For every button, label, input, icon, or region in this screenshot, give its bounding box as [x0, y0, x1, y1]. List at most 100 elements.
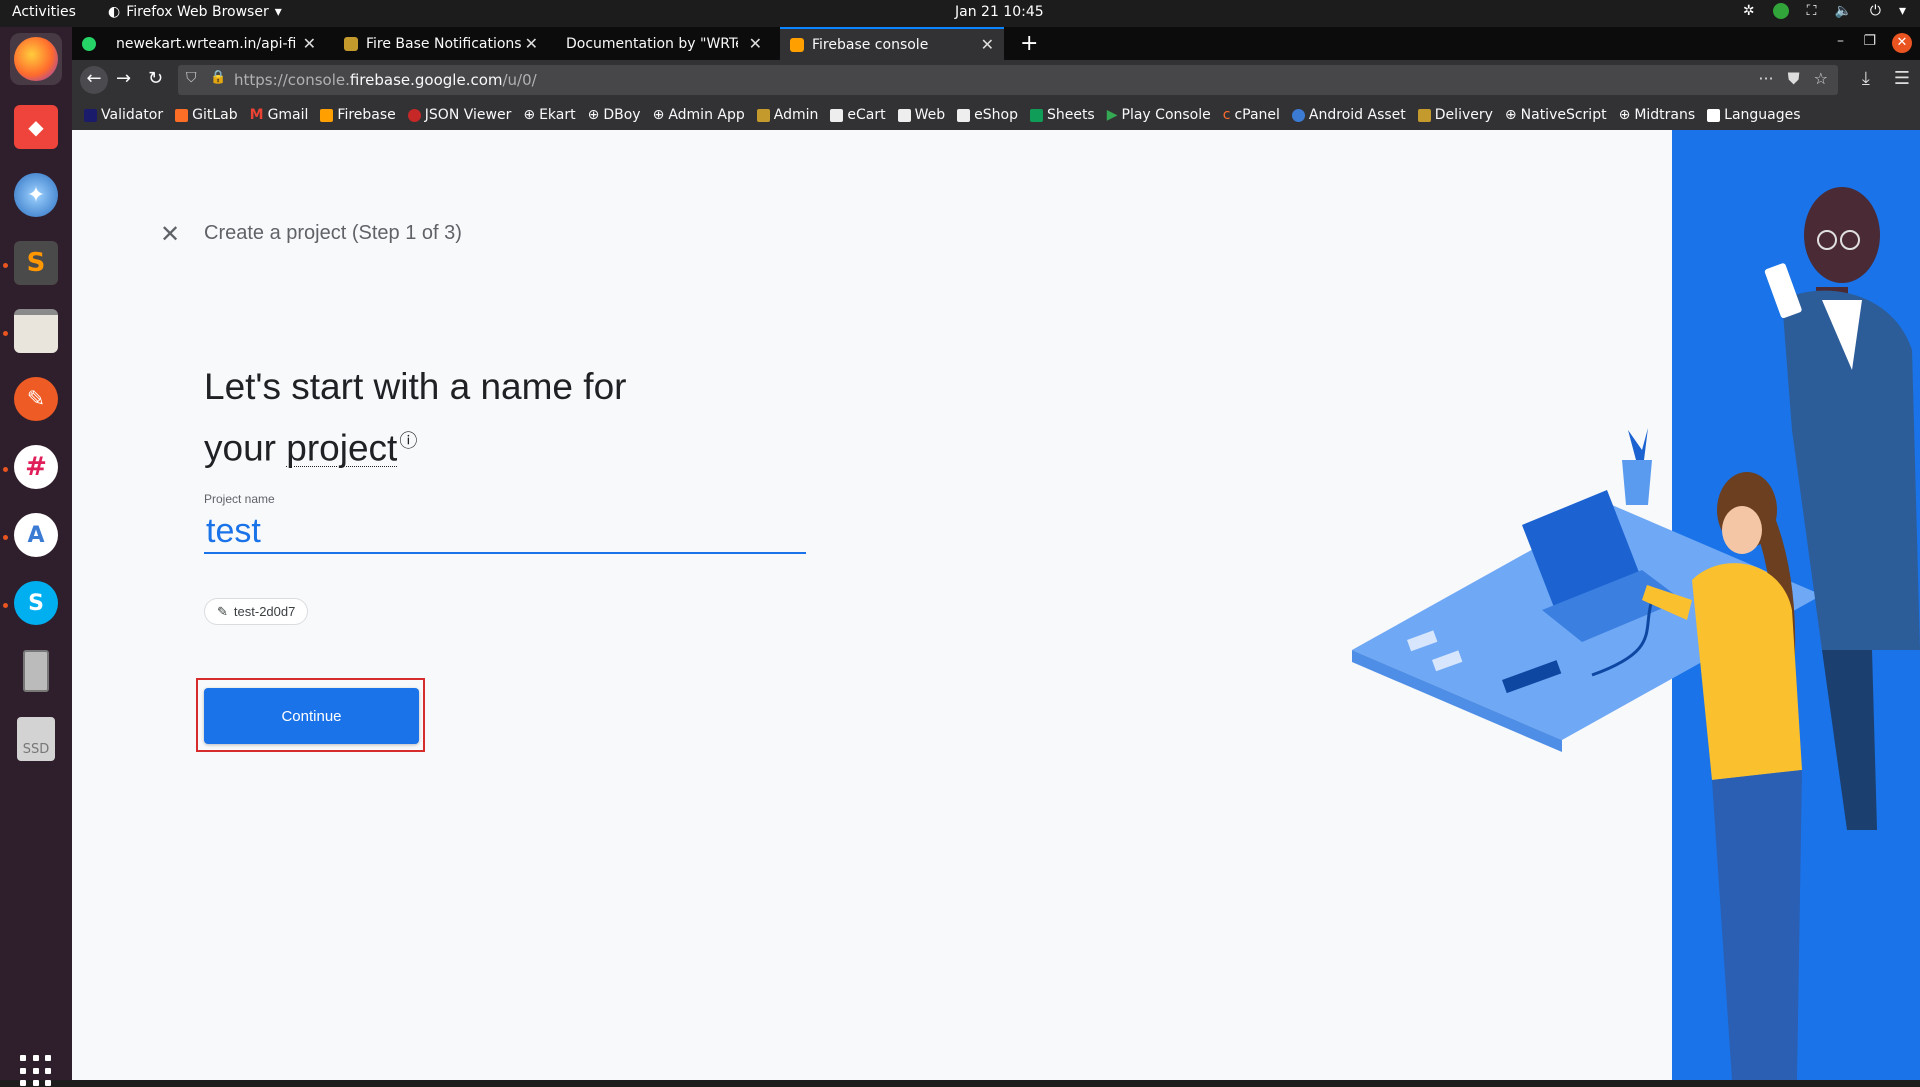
tab-pinned-whatsapp[interactable]: [72, 27, 104, 60]
files-icon: [14, 309, 58, 353]
show-applications-icon[interactable]: [20, 1055, 52, 1087]
volume-icon[interactable]: 🔈: [1834, 3, 1851, 19]
bookmark-languages[interactable]: Languages: [1707, 107, 1801, 123]
tab-newekart[interactable]: newekart.wrteam.in/api-fire ✕: [106, 27, 326, 60]
hamburger-menu-icon[interactable]: ☰: [1894, 68, 1910, 89]
eshop-icon: [957, 108, 971, 122]
bookmark-delivery[interactable]: Delivery: [1417, 107, 1493, 123]
ssd-drive-icon: SSD: [17, 717, 55, 761]
json-viewer-icon: [407, 108, 421, 122]
chevron-down-icon: ▾: [274, 4, 282, 20]
tab-firebase-console[interactable]: Firebase console ✕: [780, 27, 1004, 60]
close-icon[interactable]: ✕: [749, 34, 762, 53]
tracking-shield-icon[interactable]: ⛉: [186, 70, 197, 86]
bookmark-ecart[interactable]: eCart: [830, 107, 886, 123]
skype-icon: S: [14, 581, 58, 625]
bookmark-admin-app[interactable]: ⊕ Admin App: [653, 107, 745, 123]
lock-icon[interactable]: 🔒: [210, 70, 226, 85]
bookmark-gmail[interactable]: M Gmail: [250, 107, 309, 123]
continue-button[interactable]: Continue: [204, 688, 419, 744]
bookmark-play-console[interactable]: ▶ Play Console: [1107, 107, 1211, 123]
postman-icon: ✎: [14, 377, 58, 421]
bookmark-admin[interactable]: Admin: [756, 107, 818, 123]
bookmark-gitlab[interactable]: GitLab: [175, 107, 238, 123]
tab-title: Firebase console: [812, 36, 929, 53]
app-menu[interactable]: ◐ Firefox Web Browser ▾: [108, 4, 282, 20]
new-tab-plus-icon[interactable]: +: [1020, 31, 1038, 56]
tab-firebase-notifications[interactable]: Fire Base Notifications | ✕: [334, 27, 548, 60]
running-indicator: [3, 603, 8, 608]
bookmark-midtrans[interactable]: ⊕ Midtrans: [1619, 107, 1696, 123]
bookmark-firebase[interactable]: Firebase: [320, 107, 396, 123]
reload-icon[interactable]: ↻: [148, 68, 163, 89]
gitlab-icon: [175, 108, 189, 122]
firefox-icon: [14, 37, 58, 81]
power-icon[interactable]: ⏻: [1870, 3, 1881, 19]
bookmark-validator[interactable]: Validator: [84, 107, 163, 123]
system-top-bar: Activities ◐ Firefox Web Browser ▾ Jan 2…: [0, 0, 1920, 27]
restore-icon[interactable]: ❐: [1863, 33, 1876, 49]
whatsapp-icon: [82, 36, 96, 51]
tab-title: Fire Base Notifications |: [366, 35, 526, 52]
bookmark-eshop[interactable]: eShop: [957, 107, 1018, 123]
settings-tray-icon[interactable]: ✲: [1743, 3, 1755, 19]
close-icon[interactable]: ✕: [160, 220, 180, 248]
dock-files[interactable]: [10, 305, 62, 357]
dock-thunderbird[interactable]: ✦: [10, 169, 62, 221]
help-circle-icon[interactable]: ⓘ: [399, 431, 417, 451]
dock: ◆ ✦ S ✎ # A S SSD: [0, 27, 72, 1087]
dock-firefox[interactable]: [10, 33, 62, 85]
close-icon[interactable]: ✕: [525, 34, 538, 53]
project-name-input[interactable]: [204, 510, 806, 554]
navigation-bar: ← → ↻ ⛉ 🔒 https://console.firebase.googl…: [72, 60, 1920, 100]
close-icon[interactable]: ✕: [981, 35, 994, 54]
languages-icon: [1707, 108, 1721, 122]
network-icon[interactable]: ⛶: [1807, 3, 1817, 19]
project-id-text: test-2d0d7: [233, 604, 296, 619]
page-actions-icon[interactable]: ···: [1758, 69, 1773, 89]
dock-slack[interactable]: #: [10, 441, 62, 493]
system-tray[interactable]: ✲ ⛶ 🔈 ⏻ ▾: [1743, 3, 1906, 19]
url-text[interactable]: https://console.firebase.google.com/u/0/: [234, 71, 537, 89]
bookmark-web[interactable]: Web: [897, 107, 945, 123]
minimize-icon[interactable]: –: [1837, 33, 1844, 49]
window-close-icon[interactable]: ✕: [1892, 33, 1912, 53]
bookmark-ekart[interactable]: ⊕ Ekart: [523, 107, 575, 123]
running-indicator: [3, 331, 8, 336]
bookmark-cpanel[interactable]: c cPanel: [1223, 107, 1280, 123]
project-id-chip[interactable]: ✎ test-2d0d7: [204, 598, 309, 625]
chevron-down-icon[interactable]: ▾: [1899, 3, 1906, 19]
bookmark-sheets[interactable]: Sheets: [1029, 107, 1095, 123]
tab-bar: newekart.wrteam.in/api-fire ✕ Fire Base …: [72, 27, 1920, 60]
dock-android-studio[interactable]: A: [10, 509, 62, 561]
dock-skype[interactable]: S: [10, 577, 62, 629]
bookmark-star-icon[interactable]: ☆: [1814, 69, 1828, 89]
cpanel-icon: c: [1222, 107, 1231, 123]
dock-removable-drive[interactable]: [10, 645, 62, 697]
firebase-flame-icon: [790, 37, 804, 52]
thunderbird-icon: ✦: [14, 173, 58, 217]
woman-face: [1722, 506, 1762, 554]
url-bar[interactable]: ⛉ 🔒 https://console.firebase.google.com/…: [178, 65, 1838, 95]
bookmark-dboy[interactable]: ⊕ DBoy: [588, 107, 641, 123]
status-check-icon[interactable]: [1772, 3, 1789, 19]
firefox-small-icon: ◐: [108, 4, 121, 20]
clock[interactable]: Jan 21 10:45: [955, 4, 1044, 20]
wrteam-favicon-icon: [756, 108, 770, 122]
bookmark-json-viewer[interactable]: JSON Viewer: [407, 107, 511, 123]
project-term-link[interactable]: project: [286, 427, 397, 468]
tab-documentation[interactable]: Documentation by "WRTeam ✕: [556, 27, 772, 60]
pocket-icon[interactable]: ⛊: [1788, 69, 1800, 89]
dock-postman[interactable]: ✎: [10, 373, 62, 425]
bookmark-android-asset[interactable]: Android Asset: [1291, 107, 1406, 123]
dock-anydesk[interactable]: ◆: [10, 101, 62, 153]
bookmark-nativescript[interactable]: ⊕ NativeScript: [1505, 107, 1607, 123]
downloads-icon[interactable]: ⤓: [1862, 68, 1870, 89]
dock-ssd[interactable]: SSD: [10, 713, 62, 765]
activities-button[interactable]: Activities: [12, 4, 76, 20]
close-icon[interactable]: ✕: [303, 34, 316, 53]
android-studio-icon: A: [14, 513, 58, 557]
back-arrow-icon[interactable]: ←: [80, 66, 108, 94]
forward-arrow-icon[interactable]: →: [116, 68, 131, 89]
dock-sublime[interactable]: S: [10, 237, 62, 289]
